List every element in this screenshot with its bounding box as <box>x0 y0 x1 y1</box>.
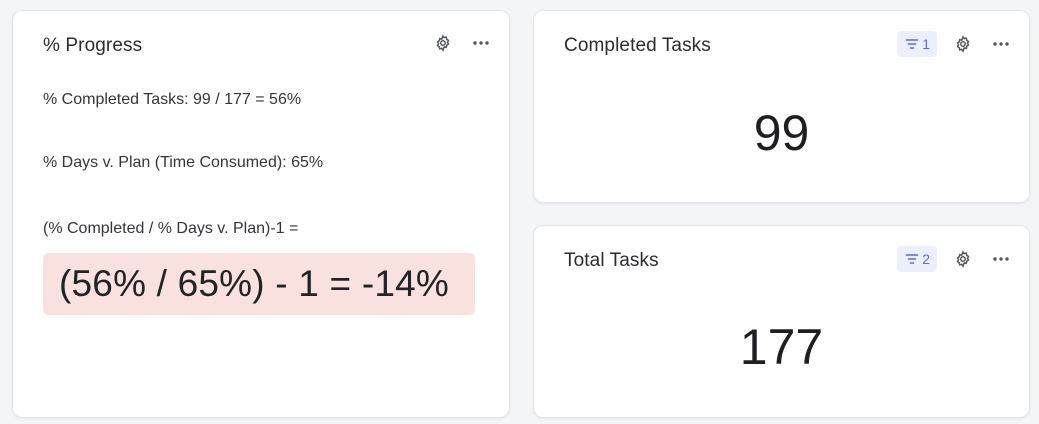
completed-tasks-value: 99 <box>753 105 810 161</box>
result-highlight: (56% / 65%) - 1 = -14% <box>43 253 475 315</box>
filter-icon <box>905 254 919 264</box>
more-icon[interactable] <box>469 31 493 55</box>
progress-card-actions <box>431 31 493 55</box>
days-vs-plan-line: % Days v. Plan (Time Consumed): 65% <box>43 154 324 171</box>
completed-tasks-title: Completed Tasks <box>564 35 711 56</box>
result-text: (56% / 65%) - 1 = -14% <box>59 263 449 304</box>
total-tasks-value: 177 <box>739 319 824 375</box>
total-tasks-title: Total Tasks <box>564 250 659 271</box>
progress-card: % Progress % Completed Tasks: 99 / 177 =… <box>12 10 510 418</box>
filter-count: 2 <box>922 251 930 267</box>
gear-icon[interactable] <box>431 31 455 55</box>
progress-card-title: % Progress <box>43 35 143 56</box>
completed-tasks-card: Completed Tasks 1 99 <box>533 10 1030 203</box>
gear-icon[interactable] <box>951 32 975 56</box>
completed-tasks-line: % Completed Tasks: 99 / 177 = 56% <box>43 91 302 108</box>
completed-card-actions: 1 <box>897 31 1013 57</box>
total-card-actions: 2 <box>897 246 1013 272</box>
formula-line: (% Completed / % Days v. Plan)-1 = <box>43 220 299 237</box>
more-icon[interactable] <box>989 32 1013 56</box>
more-icon[interactable] <box>989 247 1013 271</box>
filter-count: 1 <box>922 36 930 52</box>
gear-icon[interactable] <box>951 247 975 271</box>
filter-icon <box>905 39 919 49</box>
filter-badge[interactable]: 1 <box>897 31 937 57</box>
filter-badge[interactable]: 2 <box>897 246 937 272</box>
total-tasks-card: Total Tasks 2 177 <box>533 225 1030 418</box>
